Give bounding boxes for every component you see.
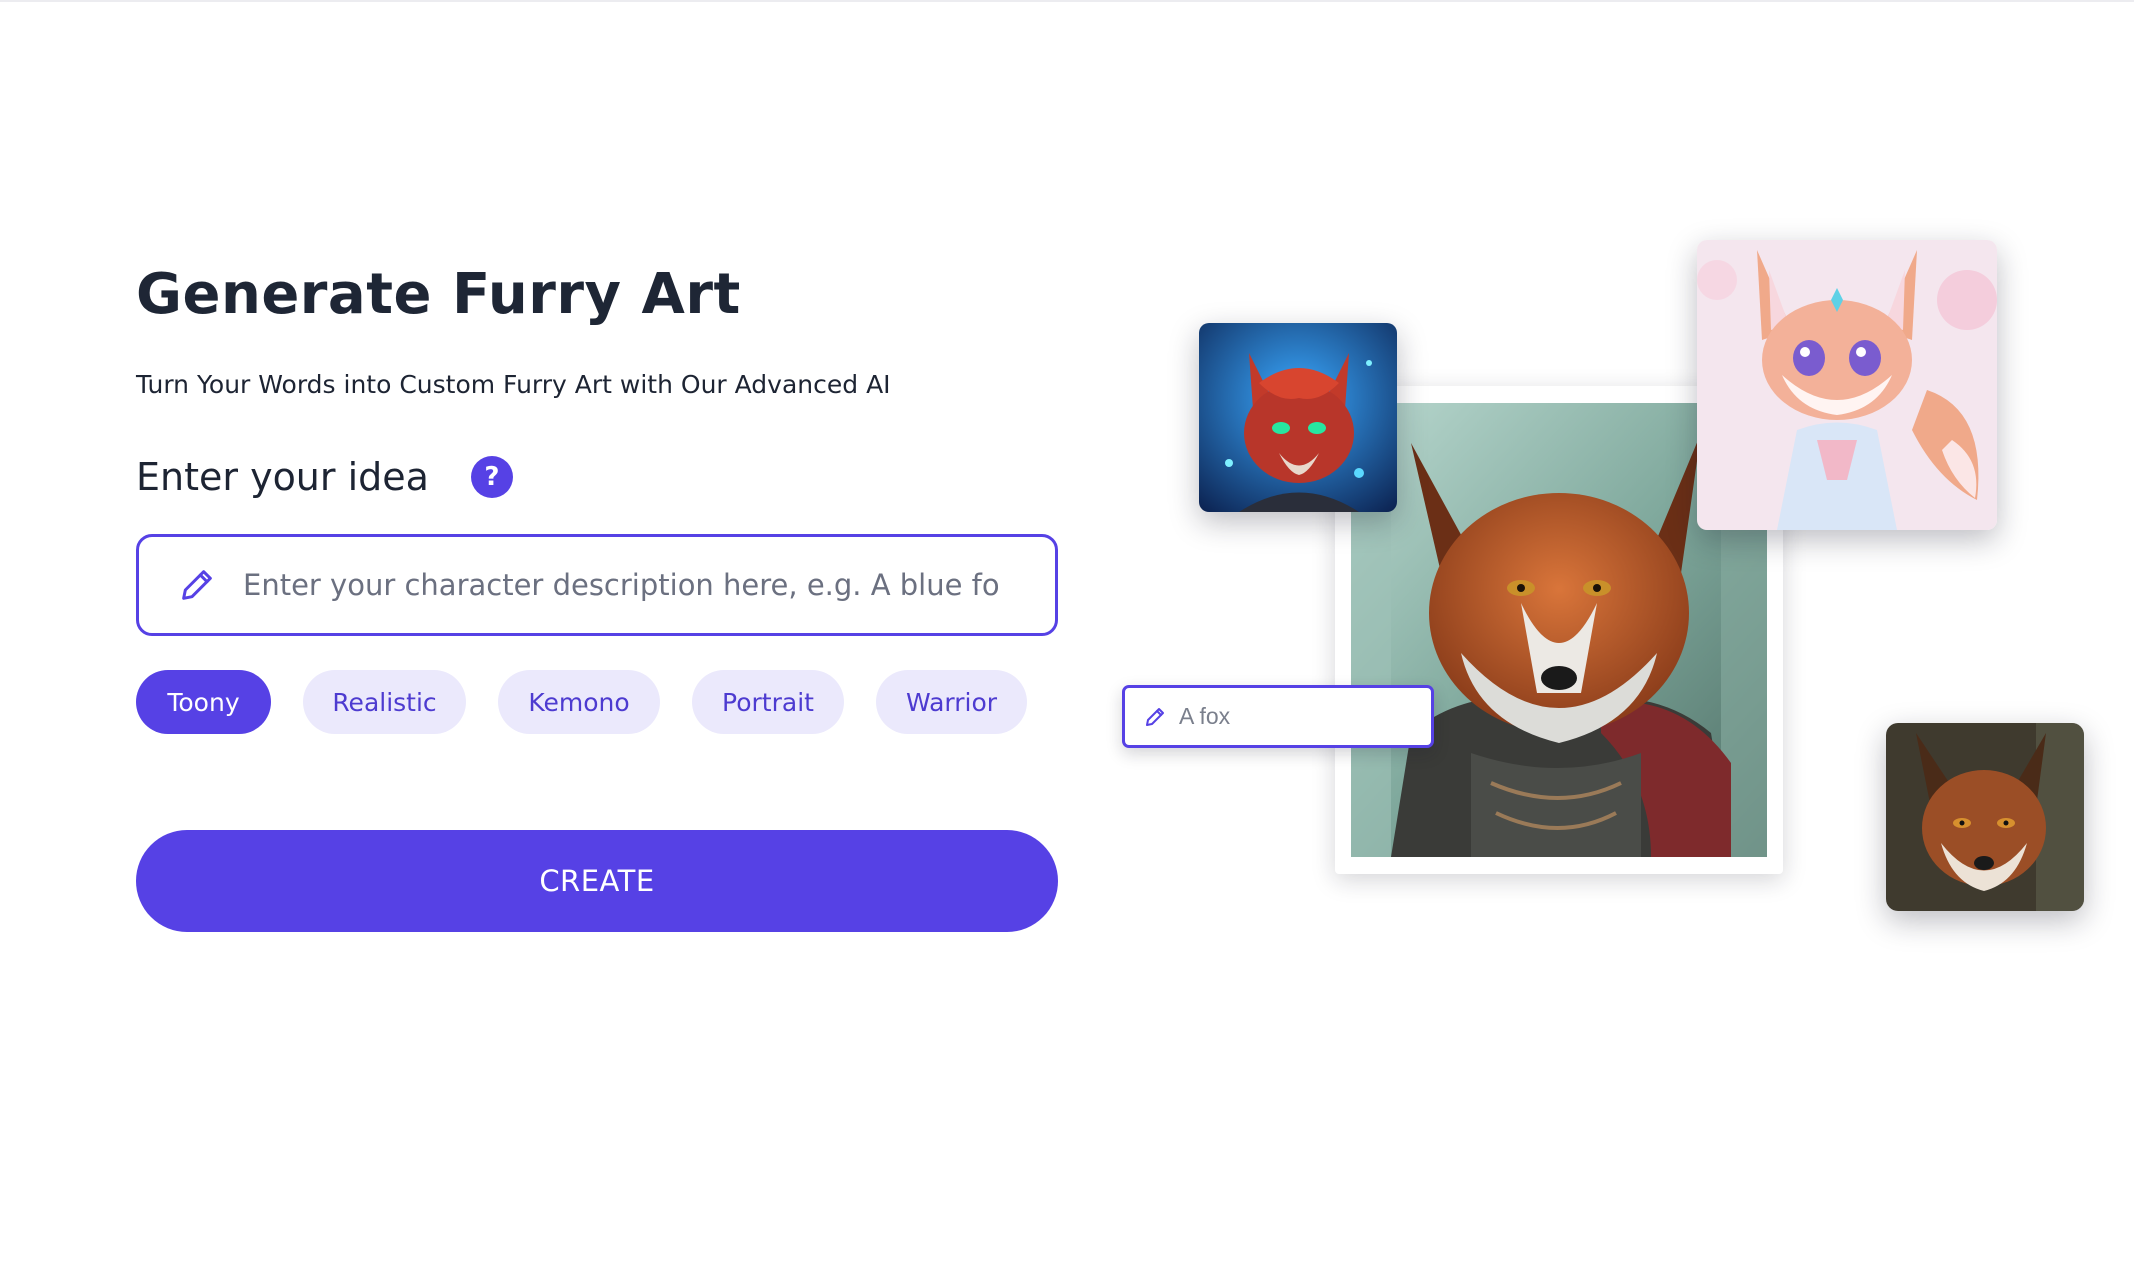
style-chip-toony[interactable]: Toony: [136, 670, 271, 734]
idea-label-row: Enter your idea ?: [136, 452, 513, 502]
page-subtitle: Turn Your Words into Custom Furry Art wi…: [136, 370, 891, 399]
idea-label: Enter your idea: [136, 455, 429, 499]
blue-neon-fox-image: [1199, 323, 1397, 512]
style-chips: Toony Realistic Kemono Portrait Warrior: [136, 670, 1059, 734]
top-divider: [0, 0, 2134, 2]
style-chip-portrait[interactable]: Portrait: [692, 670, 844, 734]
prompt-input[interactable]: [241, 567, 1001, 603]
showcase-card-brown: [1886, 723, 2084, 911]
showcase-card-blue: [1199, 323, 1397, 512]
pink-anime-fox-image: [1697, 240, 1997, 530]
style-chip-kemono[interactable]: Kemono: [498, 670, 660, 734]
prompt-field[interactable]: [136, 534, 1058, 636]
create-button[interactable]: CREATE: [136, 830, 1058, 932]
question-mark-icon[interactable]: ?: [470, 456, 513, 498]
example-prompt-field: A fox: [1122, 685, 1434, 748]
showcase-card-pink: [1697, 240, 1997, 530]
realistic-red-fox-image: [1886, 723, 2084, 911]
pencil-icon: [182, 570, 212, 600]
style-chip-warrior[interactable]: Warrior: [876, 670, 1027, 734]
example-prompt-text: A fox: [1179, 703, 1231, 729]
page-title: Generate Furry Art: [136, 262, 741, 327]
pencil-icon: [1146, 707, 1164, 726]
style-chip-realistic[interactable]: Realistic: [303, 670, 466, 734]
